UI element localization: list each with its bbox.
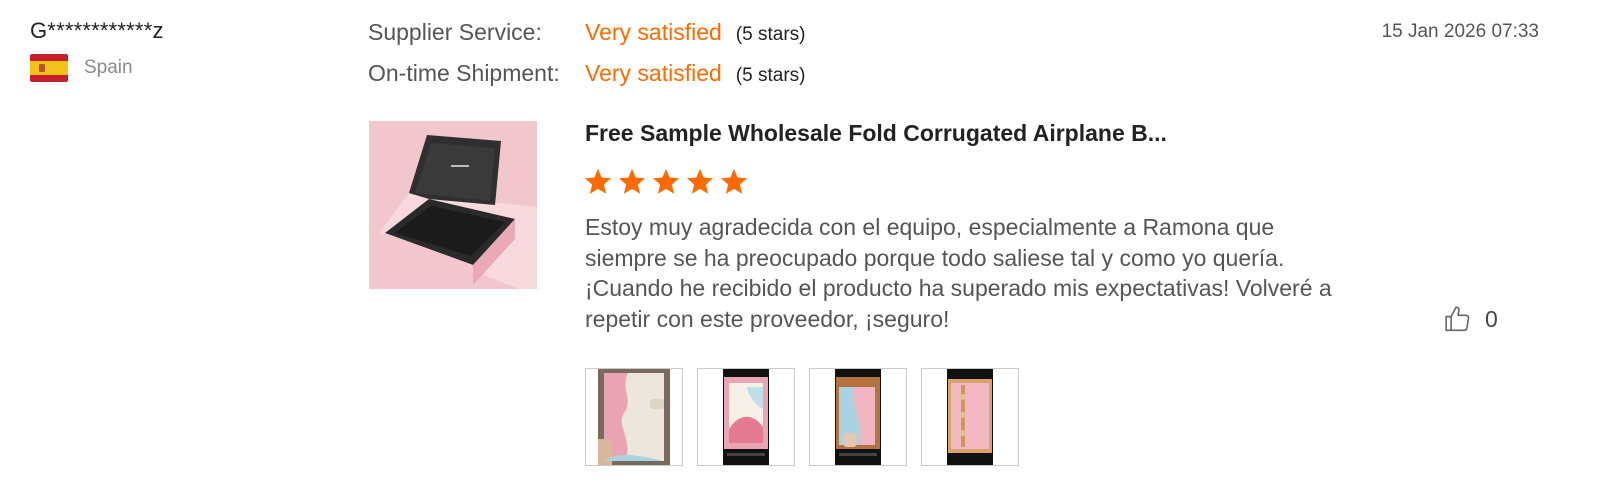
reviewer-info: G************z Spain (30, 18, 330, 82)
photo-thumbnail[interactable] (697, 368, 795, 466)
rating-stars-text: (5 stars) (735, 24, 806, 45)
star-icon (585, 168, 611, 194)
star-icon (653, 168, 679, 194)
product-image[interactable] (369, 121, 537, 289)
country-name: Spain (84, 57, 133, 78)
rating-row-supplier-service: Supplier Service: Very satisfied (5 star… (368, 19, 805, 60)
star-icon (721, 168, 747, 194)
thumbs-up-icon (1445, 306, 1470, 332)
photo-thumbnail[interactable] (921, 368, 1019, 466)
rating-stars-text: (5 stars) (735, 65, 806, 86)
rating-label: On-time Shipment: (368, 60, 560, 86)
rating-row-on-time-shipment: On-time Shipment: Very satisfied (5 star… (368, 60, 805, 101)
spain-flag-icon (30, 54, 68, 82)
product-title[interactable]: Free Sample Wholesale Fold Corrugated Ai… (585, 120, 1167, 147)
rating-label: Supplier Service: (368, 19, 542, 45)
reviewer-country: Spain (30, 54, 330, 82)
supplier-ratings: Supplier Service: Very satisfied (5 star… (368, 19, 805, 101)
like-count: 0 (1485, 305, 1498, 332)
star-icon (687, 168, 713, 194)
rating-value: Very satisfied (585, 60, 722, 86)
star-icon (619, 168, 645, 194)
photo-thumbnail[interactable] (809, 368, 907, 466)
reviewer-name: G************z (30, 18, 164, 43)
photo-thumbnail[interactable] (585, 368, 683, 466)
like-button[interactable]: 0 (1443, 304, 1498, 334)
review-comment: Estoy muy agradecida con el equipo, espe… (585, 214, 1332, 332)
review-photos (585, 368, 1019, 466)
product-rating-stars (583, 167, 749, 197)
review-date: 15 Jan 2026 07:33 (1381, 21, 1539, 42)
rating-value: Very satisfied (585, 19, 722, 45)
